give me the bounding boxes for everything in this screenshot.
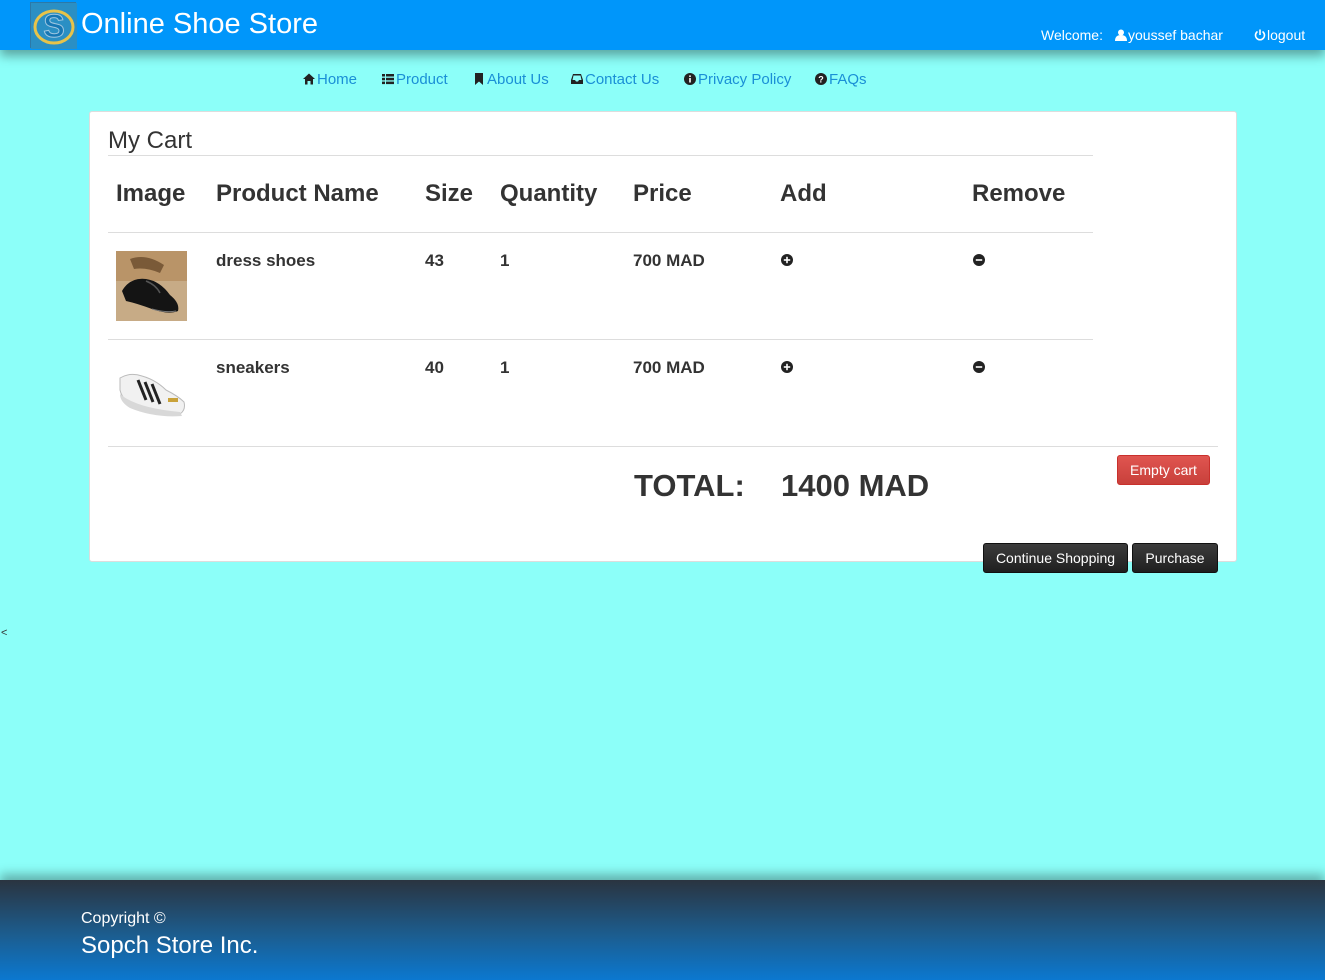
product-name: sneakers [216,358,290,377]
table-bottom-divider [108,446,1218,447]
purchase-button[interactable]: Purchase [1132,543,1218,573]
product-size: 43 [425,251,444,270]
stray-text: < [1,627,8,639]
bookmark-icon [475,73,483,85]
nav-faqs[interactable]: ? FAQs [815,71,867,88]
user-icon [1115,29,1127,41]
product-price: 700 MAD [633,251,705,270]
nav-home[interactable]: Home [303,71,357,88]
nav-contact[interactable]: Contact Us [571,71,659,88]
cart-panel: My Cart Image Product Name Size Quantity… [89,111,1237,562]
info-icon [684,73,696,85]
nav-about[interactable]: About Us [473,71,549,88]
add-quantity-button[interactable] [781,360,793,373]
column-header-add: Add [780,180,827,207]
brand-title[interactable]: Online Shoe Store [81,8,318,41]
product-quantity: 1 [500,251,510,270]
company-name: Sopch Store Inc. [81,932,259,959]
nav-contact-label: Contact Us [585,71,660,88]
column-header-remove: Remove [972,180,1066,207]
column-header-image: Image [116,180,186,207]
plus-circle-icon [781,254,793,266]
column-header-product-name: Product Name [216,180,379,207]
svg-text:?: ? [818,74,824,84]
empty-cart-button[interactable]: Empty cart [1117,455,1210,485]
column-header-price: Price [633,180,692,207]
home-icon [303,73,315,85]
question-icon: ? [815,73,827,85]
remove-quantity-button[interactable] [973,360,985,373]
sneaker-image [116,358,187,428]
total-value: 1400 MAD [781,468,930,503]
nav-about-label: About Us [487,71,549,88]
svg-text:S: S [43,8,64,44]
cart-title: My Cart [108,127,192,154]
nav-privacy[interactable]: Privacy Policy [684,71,791,88]
continue-shopping-button[interactable]: Continue Shopping [983,543,1128,573]
inbox-icon [571,74,583,84]
product-quantity: 1 [500,358,510,377]
top-navbar: S Online Shoe Store Welcome: youssef bac… [0,0,1325,50]
product-size: 40 [425,358,444,377]
nav-product-label: Product [396,71,448,88]
plus-circle-icon [781,361,793,373]
dress-shoe-image [116,251,187,321]
logout-label: logout [1267,27,1306,43]
total-label: TOTAL: [634,468,745,503]
minus-circle-icon [973,361,985,373]
user-link[interactable]: youssef bachar [1115,27,1223,43]
minus-circle-icon [973,254,985,266]
product-name: dress shoes [216,251,316,270]
header-divider [108,232,1093,233]
nav-home-label: Home [317,71,358,88]
row-divider [108,339,1093,340]
list-icon [382,74,394,85]
welcome-label: Welcome: [1041,27,1103,43]
product-price: 700 MAD [633,358,705,377]
user-name: youssef bachar [1128,27,1223,43]
add-quantity-button[interactable] [781,253,793,266]
title-divider [108,155,1093,156]
nav-faqs-label: FAQs [829,71,867,88]
copyright-text: Copyright © [81,910,166,927]
column-header-quantity: Quantity [500,180,598,207]
remove-quantity-button[interactable] [973,253,985,266]
store-logo-icon[interactable]: S [30,2,77,49]
nav-privacy-label: Privacy Policy [698,71,792,88]
main-nav: Home Product About Us Contact Us Privacy… [0,71,1325,91]
column-header-size: Size [425,180,474,207]
nav-product[interactable]: Product [382,71,448,88]
logout-link[interactable]: logout [1254,27,1305,43]
footer: Copyright © Sopch Store Inc. [0,880,1325,980]
power-icon [1254,29,1266,41]
